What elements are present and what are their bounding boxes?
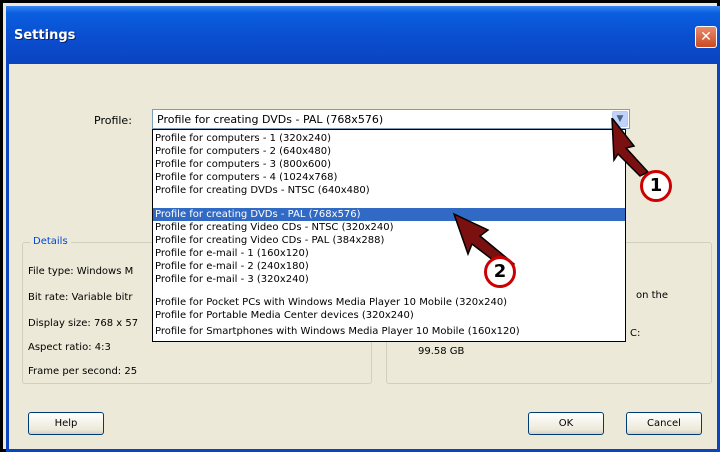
list-item[interactable]: Profile for Smartphones with Windows Med… <box>153 325 625 338</box>
right-panel-text-2: C: <box>630 328 641 339</box>
list-item[interactable]: Profile for Portable Media Center device… <box>153 309 625 322</box>
annotation-arrow-1-icon <box>611 118 650 177</box>
list-item[interactable]: Profile for computers - 2 (640x480) <box>153 145 625 158</box>
list-item-selected[interactable]: Profile for creating DVDs - PAL (768x576… <box>153 208 625 221</box>
list-item[interactable]: Profile for computers - 4 (1024x768) <box>153 171 625 184</box>
list-item[interactable]: Profile for Pocket PCs with Windows Medi… <box>153 296 625 309</box>
detail-frame-rate: Frame per second: 25 <box>28 366 138 377</box>
right-panel-text-1: on the <box>636 290 669 301</box>
window-title: Settings <box>14 28 76 43</box>
list-item[interactable]: Profile for creating DVDs - NTSC (640x48… <box>153 184 625 197</box>
help-button[interactable]: Help <box>28 412 104 435</box>
title-bar: Settings ✕ <box>6 6 720 64</box>
profile-selected-value: Profile for creating DVDs - PAL (768x576… <box>157 113 384 126</box>
list-item[interactable]: Profile for computers - 1 (320x240) <box>153 132 625 145</box>
free-space-value: 99.58 GB <box>418 346 465 357</box>
ok-button[interactable]: OK <box>528 412 604 435</box>
list-item[interactable]: Profile for computers - 3 (800x600) <box>153 158 625 171</box>
cancel-button[interactable]: Cancel <box>626 412 702 435</box>
profile-dropdown-list: Profile for computers - 1 (320x240) Prof… <box>152 129 626 342</box>
list-item[interactable]: Profile for e-mail - 3 (320x240) <box>153 273 625 286</box>
list-item[interactable]: Profile for e-mail - 2 (240x180) <box>153 260 625 273</box>
detail-aspect-ratio: Aspect ratio: 4:3 <box>28 342 111 353</box>
annotation-marker-1: 1 <box>640 170 672 202</box>
close-icon[interactable]: ✕ <box>695 26 717 48</box>
list-item[interactable]: Profile for creating Video CDs - PAL (38… <box>153 234 625 247</box>
list-item[interactable]: Profile for e-mail - 1 (160x120) <box>153 247 625 260</box>
list-item[interactable]: Profile for creating Video CDs - NTSC (3… <box>153 221 625 234</box>
detail-file-type: File type: Windows M <box>28 266 134 277</box>
detail-bit-rate: Bit rate: Variable bitr <box>28 292 133 303</box>
profile-label: Profile: <box>94 114 132 127</box>
details-legend: Details <box>30 236 71 247</box>
profile-select[interactable]: Profile for creating DVDs - PAL (768x576… <box>152 109 630 129</box>
annotation-marker-2: 2 <box>484 256 516 288</box>
detail-display-size: Display size: 768 x 57 <box>28 318 139 329</box>
